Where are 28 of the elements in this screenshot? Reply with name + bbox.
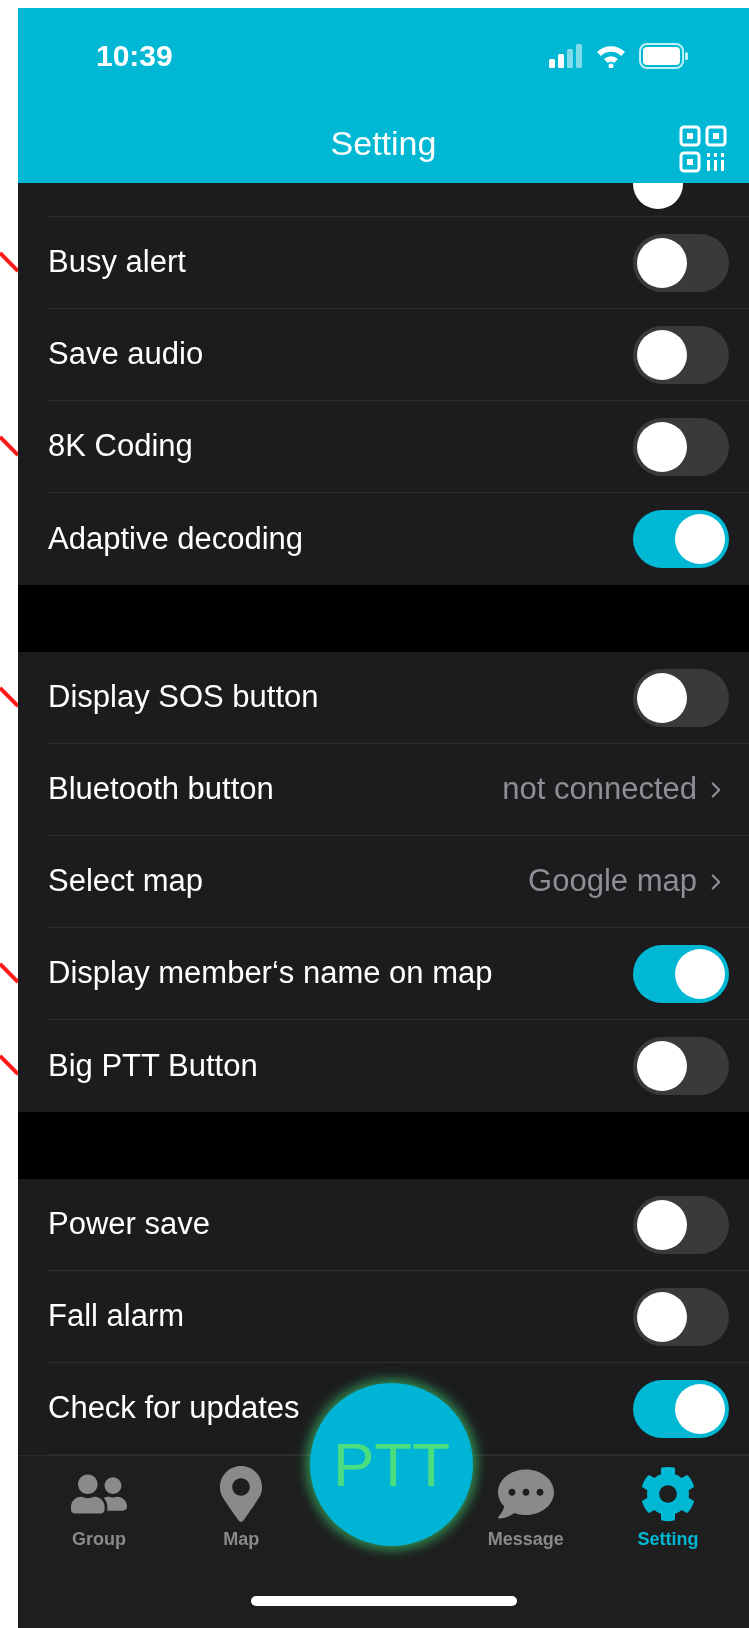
status-time: 10:39	[96, 38, 173, 74]
battery-icon	[639, 42, 689, 69]
toggle-switch[interactable]	[633, 510, 729, 568]
setting-label: Big PTT Button	[48, 1046, 258, 1085]
setting-label: Select map	[48, 862, 204, 901]
setting-label: Display SOS button	[48, 678, 319, 717]
setting-label: Save audio	[48, 335, 204, 374]
settings-icon	[639, 1466, 696, 1522]
setting-label: Adaptive decoding	[48, 519, 304, 558]
setting-label: Check for updates	[48, 1389, 300, 1428]
tab-item[interactable]: Map	[213, 1466, 270, 1553]
tab-item[interactable]: Group	[71, 1466, 128, 1553]
setting-value[interactable]: not connected	[502, 766, 697, 813]
setting-label: Display member‘s name on map	[48, 954, 493, 993]
tab-item[interactable]: Setting	[637, 1466, 699, 1553]
tab-item[interactable]: Message	[487, 1466, 564, 1553]
setting-label: Fall alarm	[48, 1297, 185, 1336]
setting-label: Busy alert	[48, 243, 186, 282]
toggle-knob	[633, 183, 683, 209]
toggle-switch[interactable]	[633, 944, 729, 1003]
wifi-icon	[595, 43, 627, 68]
setting-label: Power save	[48, 1205, 210, 1244]
toggle-switch[interactable]	[633, 1379, 729, 1438]
setting-label: Bluetooth button	[48, 770, 274, 809]
page-title: Setting	[330, 122, 437, 164]
signal-icon	[549, 43, 583, 68]
setting-value[interactable]: Google map	[528, 858, 697, 905]
setting-label: 8K Coding	[48, 427, 193, 466]
